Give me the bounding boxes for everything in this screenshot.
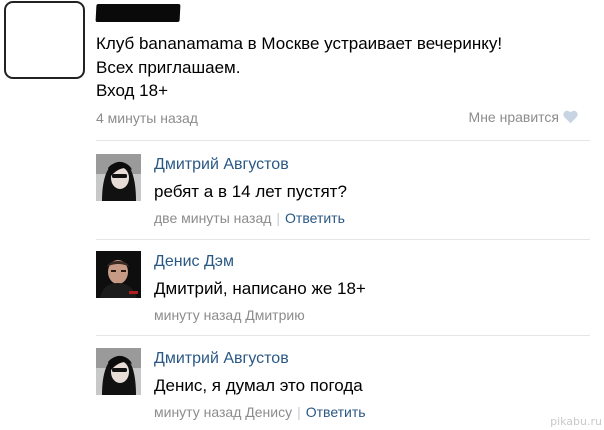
post-text-line: Клуб bananamama в Москве устраивает вече… [96, 34, 503, 53]
comment-timestamp[interactable]: минуту назад Денису [154, 404, 292, 420]
post-author-avatar[interactable] [4, 1, 85, 79]
redacted-author-name [95, 4, 181, 22]
comment-timestamp[interactable]: минуту назад Дмитрию [154, 307, 305, 323]
comment-meta: минуту назад Дмитрию [154, 307, 305, 323]
comment-author-name[interactable]: Дмитрий Августов [154, 156, 289, 174]
comment: Дмитрий Августов Денис, я думал это пого… [96, 348, 590, 430]
reply-button[interactable]: Ответить [306, 404, 366, 420]
watermark: pikabu.ru [550, 415, 602, 428]
divider [96, 335, 590, 336]
comment-author-avatar[interactable] [96, 251, 141, 298]
heart-icon [563, 110, 578, 124]
like-label: Мне нравится [468, 109, 559, 125]
comment-meta: две минуты назад | Ответить [154, 210, 345, 226]
like-button[interactable]: Мне нравится [469, 109, 578, 125]
post-timestamp[interactable]: 4 минуты назад [96, 110, 198, 126]
comment-text: Дмитрий, написано же 18+ [154, 279, 366, 298]
post-text: Клуб bananamama в Москве устраивает вече… [96, 32, 502, 103]
comment-author-name[interactable]: Денис Дэм [154, 253, 234, 271]
comment-text: ребят а в 14 лет пустят? [154, 182, 347, 201]
comment-text: Денис, я думал это погода [154, 376, 363, 395]
post-text-line: Вход 18+ [96, 81, 169, 100]
meta-separator: | [297, 404, 301, 420]
comment-timestamp[interactable]: две минуты назад [154, 210, 271, 226]
reply-button[interactable]: Ответить [285, 210, 345, 226]
comment-meta: минуту назад Денису | Ответить [154, 404, 366, 420]
divider [96, 140, 590, 141]
divider [96, 239, 590, 240]
comment-author-avatar[interactable] [96, 154, 141, 201]
comment-author-avatar[interactable] [96, 348, 141, 395]
meta-separator: | [276, 210, 281, 226]
comment: Дмитрий Августов ребят а в 14 лет пустят… [96, 154, 590, 240]
comment-author-name[interactable]: Дмитрий Августов [154, 350, 289, 368]
post-text-line: Всех приглашаем. [96, 57, 241, 77]
comment: Денис Дэм Дмитрий, написано же 18+ минут… [96, 251, 590, 337]
